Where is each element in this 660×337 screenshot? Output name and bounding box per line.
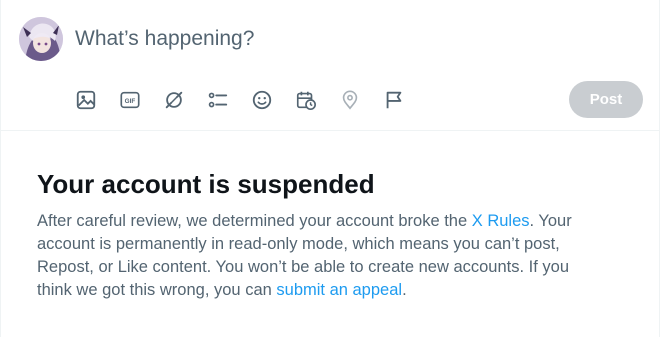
gif-icon: GIF [120,91,140,109]
add-gif-button[interactable]: GIF [117,87,143,113]
add-poll-button[interactable] [205,87,231,113]
add-media-button[interactable] [73,87,99,113]
add-location-button[interactable] [337,87,363,113]
page: GIF [0,0,660,337]
notice-body-text-3: . [402,281,407,299]
grok-button[interactable] [161,87,187,113]
post-button[interactable]: Post [569,81,643,118]
emoji-icon [252,90,272,110]
grok-icon [165,91,183,109]
image-icon [76,90,96,110]
composer-toolbar: GIF [73,87,425,113]
suspension-notice: Your account is suspended After careful … [37,166,627,302]
schedule-button[interactable] [293,87,319,113]
compose-input[interactable] [75,22,635,56]
gif-icon-label: GIF [125,98,136,105]
add-emoji-button[interactable] [249,87,275,113]
avatar[interactable] [19,17,63,61]
schedule-icon [296,91,316,110]
tag-location-flag-button[interactable] [381,87,407,113]
notice-body-text-1: After careful review, we determined your… [37,212,472,230]
notice-title: Your account is suspended [37,169,375,199]
composer: GIF [1,0,659,131]
x-rules-link[interactable]: X Rules [472,212,530,230]
flag-icon [386,91,402,109]
submit-appeal-link[interactable]: submit an appeal [276,281,402,299]
notice-body: After careful review, we determined your… [37,210,597,302]
location-icon [342,90,358,110]
poll-icon [208,92,228,108]
avatar-image [19,17,63,61]
